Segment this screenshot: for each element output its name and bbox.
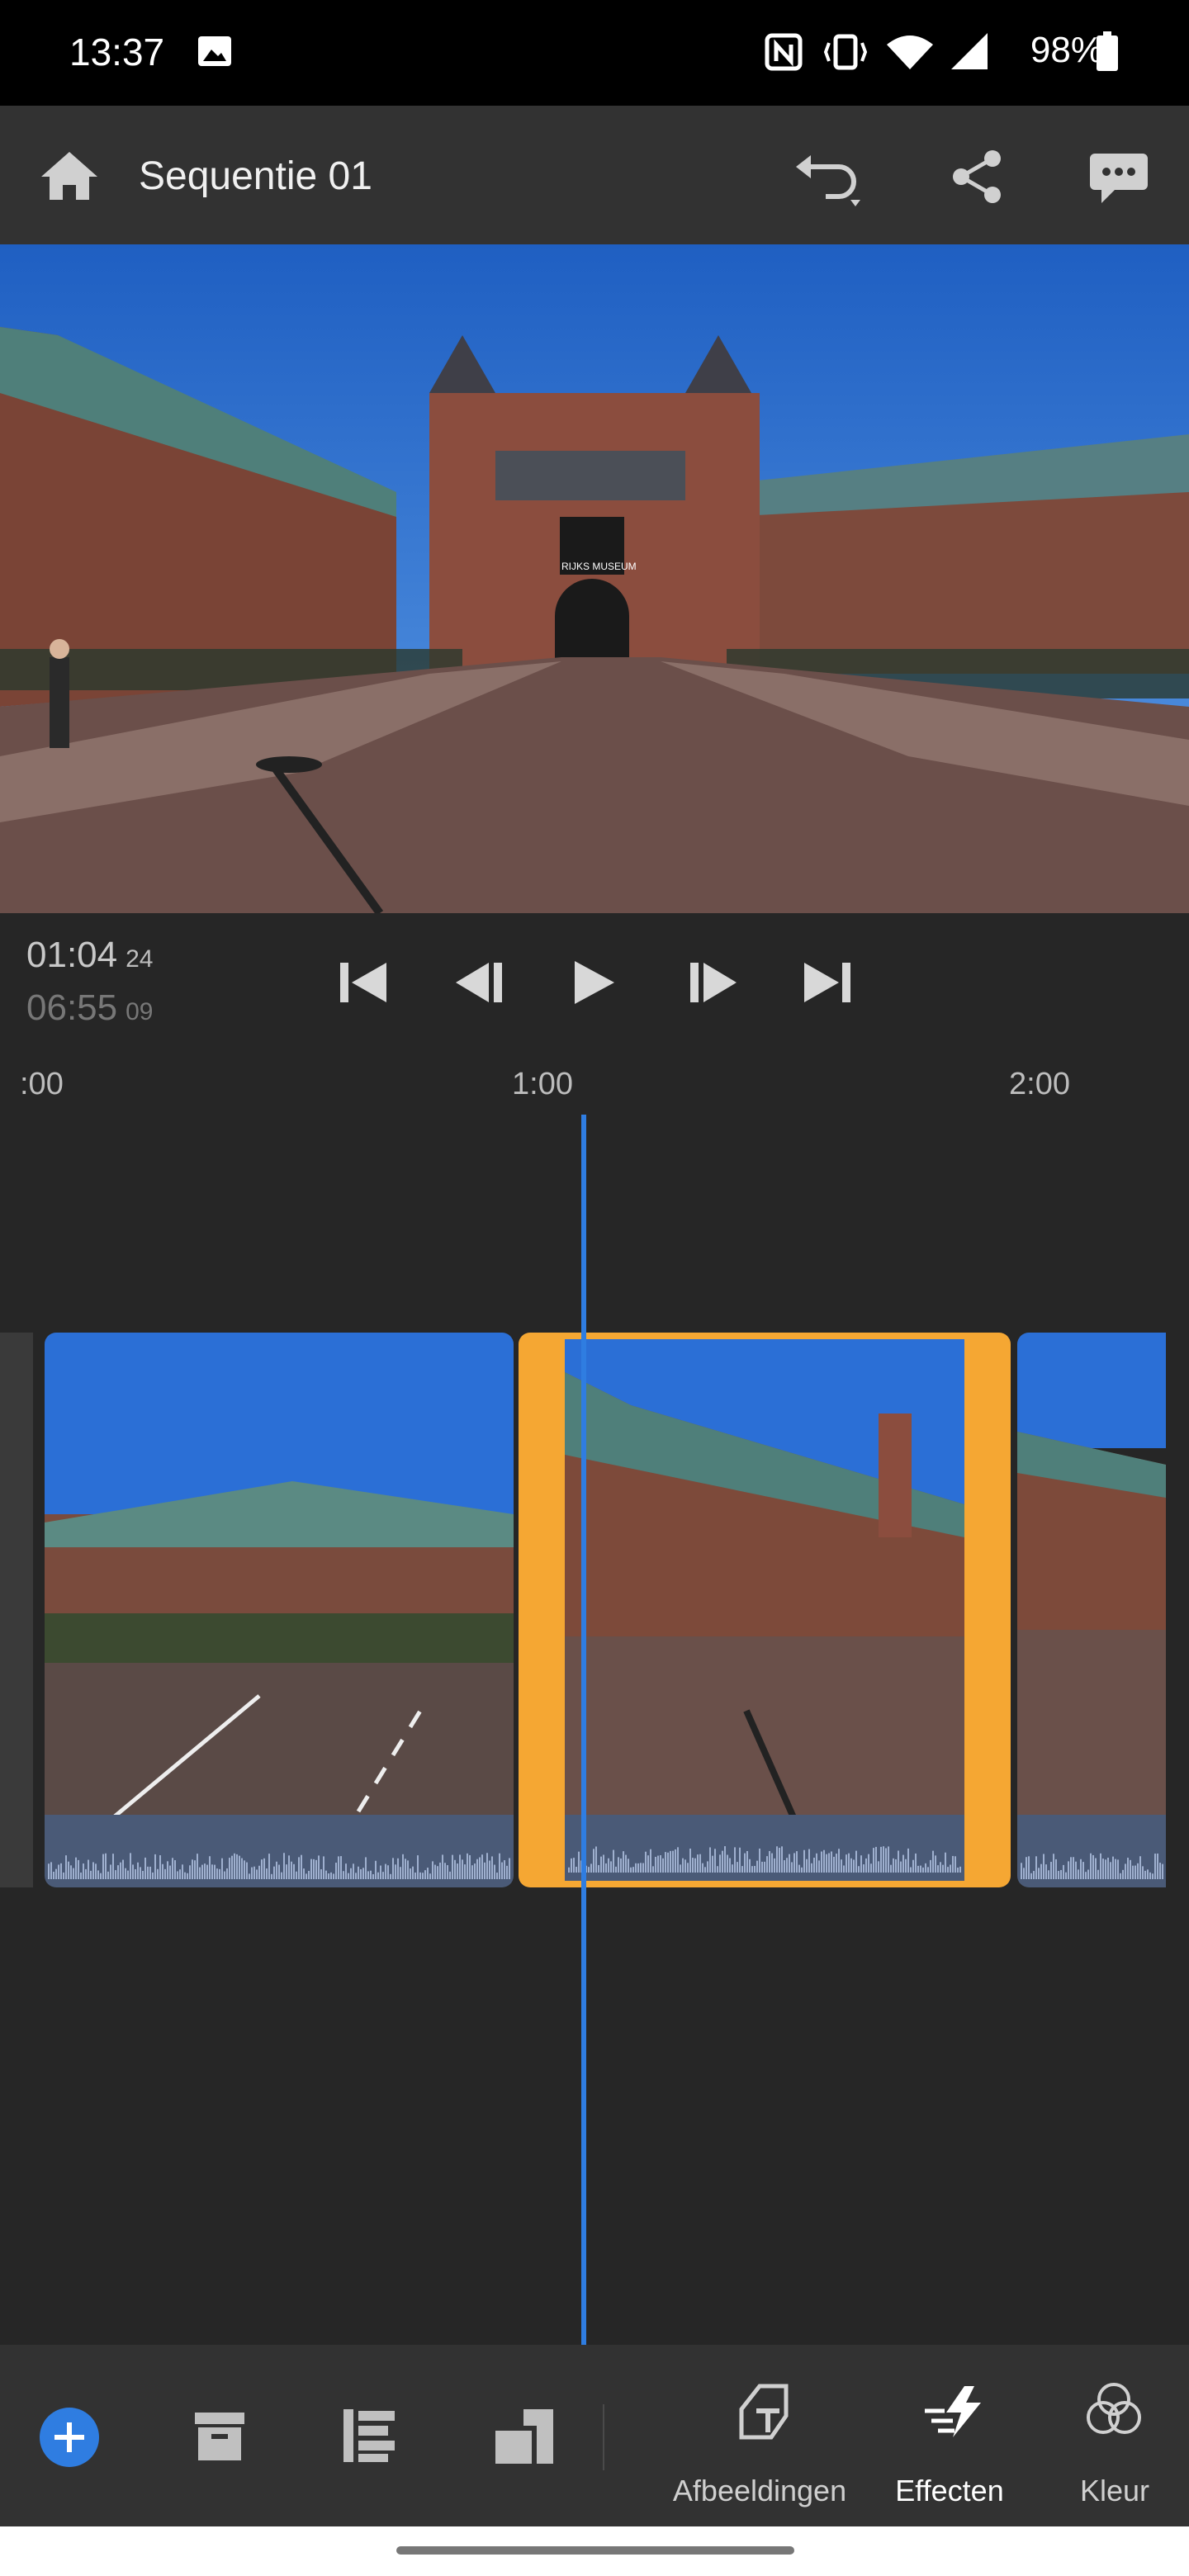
skip-to-end-icon[interactable] bbox=[794, 956, 860, 1009]
museum-banner-text: RIJKS MUSEUM bbox=[561, 561, 637, 572]
effects-icon[interactable] bbox=[920, 2383, 986, 2441]
nfc-icon bbox=[765, 33, 803, 71]
titles-icon[interactable] bbox=[725, 2379, 794, 2446]
clip-2-selected[interactable] bbox=[519, 1333, 1011, 1887]
clip-1[interactable] bbox=[45, 1333, 514, 1887]
ruler-label-2: 2:00 bbox=[1009, 1067, 1070, 1101]
toolbar-divider bbox=[603, 2404, 604, 2470]
status-time: 13:37 bbox=[69, 31, 165, 73]
sequence-title[interactable]: Sequentie 01 bbox=[139, 154, 372, 199]
total-time: 06:55 bbox=[26, 987, 118, 1028]
current-timecode: 01:04 24 bbox=[26, 935, 153, 976]
step-back-icon[interactable] bbox=[448, 956, 514, 1009]
clip-3[interactable] bbox=[1017, 1333, 1166, 1887]
current-frame: 24 bbox=[126, 945, 154, 973]
image-icon bbox=[198, 36, 231, 66]
ruler-label-0: :00 bbox=[20, 1067, 64, 1101]
play-icon[interactable] bbox=[561, 956, 628, 1009]
toolbar-label-effecten[interactable]: Effecten bbox=[883, 2474, 1016, 2508]
archive-icon[interactable] bbox=[190, 2409, 249, 2464]
status-bar bbox=[0, 0, 1189, 106]
list-icon[interactable] bbox=[340, 2406, 398, 2465]
undo-icon[interactable] bbox=[793, 145, 867, 211]
home-icon[interactable] bbox=[36, 147, 102, 205]
vibrate-icon bbox=[823, 34, 868, 70]
signal-icon bbox=[951, 33, 988, 69]
track-start bbox=[0, 1333, 33, 1887]
total-frame: 09 bbox=[126, 998, 154, 1025]
add-icon[interactable] bbox=[36, 2404, 102, 2470]
audio-waveform bbox=[565, 1815, 964, 1881]
toolbar-label-afbeeldingen[interactable]: Afbeeldingen bbox=[661, 2474, 859, 2508]
wifi-icon bbox=[887, 36, 933, 69]
toolbar-label-kleur[interactable]: Kleur bbox=[1065, 2474, 1164, 2508]
current-time: 01:04 bbox=[26, 935, 118, 975]
audio-waveform bbox=[45, 1815, 514, 1887]
step-forward-icon[interactable] bbox=[679, 956, 745, 1009]
audio-waveform bbox=[1017, 1815, 1166, 1887]
total-timecode: 06:55 09 bbox=[26, 987, 153, 1029]
comment-icon[interactable] bbox=[1088, 149, 1149, 206]
home-gesture-bar[interactable] bbox=[396, 2546, 794, 2555]
aspect-ratio-icon[interactable] bbox=[490, 2406, 557, 2467]
share-icon[interactable] bbox=[948, 147, 1007, 206]
playhead[interactable] bbox=[581, 1115, 586, 2345]
color-icon[interactable] bbox=[1083, 2379, 1144, 2441]
battery-percent: 98% bbox=[1030, 30, 1103, 70]
video-preview[interactable]: RIJKS MUSEUM bbox=[0, 244, 1189, 913]
skip-to-start-icon[interactable] bbox=[330, 956, 396, 1009]
battery-icon bbox=[1097, 31, 1118, 71]
ruler-label-1: 1:00 bbox=[512, 1067, 573, 1101]
